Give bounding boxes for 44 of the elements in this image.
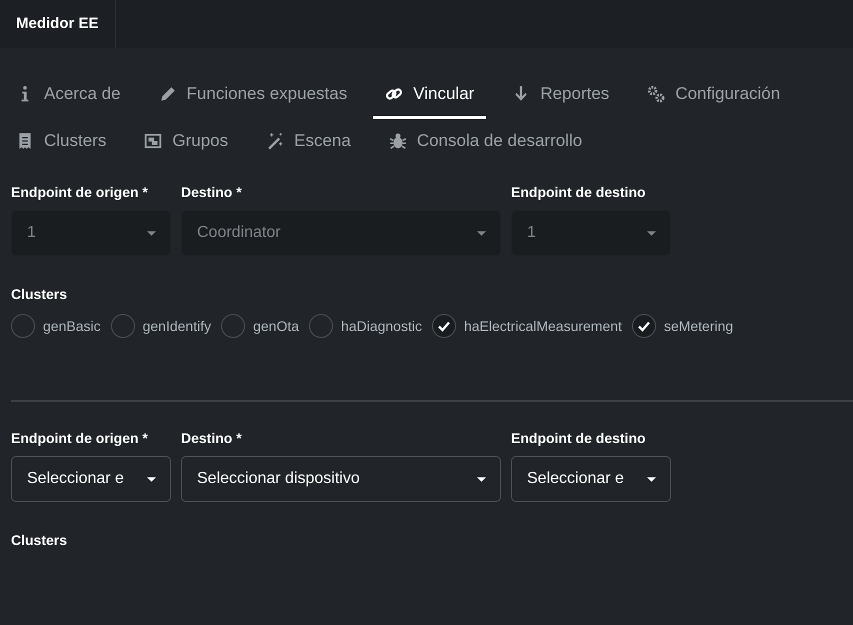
field-label: Endpoint de origen *: [11, 430, 149, 446]
checkbox-label: haDiagnostic: [341, 318, 422, 334]
field-label: Endpoint de origen *: [11, 184, 149, 200]
device-title-tab[interactable]: Medidor EE: [0, 0, 116, 48]
caret-icon: [147, 476, 156, 482]
tab[interactable]: Acerca de: [4, 72, 133, 119]
checkbox[interactable]: [632, 314, 656, 338]
checkbox-label: seMetering: [664, 318, 734, 334]
checkbox[interactable]: [110, 314, 135, 338]
checkbox-label: genBasic: [43, 318, 101, 334]
gears-icon: [647, 85, 666, 103]
select-field[interactable]: Seleccionar e: [511, 456, 671, 502]
caret-icon: [647, 230, 656, 236]
clusters-label: Clusters: [11, 286, 68, 302]
caret-icon: [147, 230, 156, 236]
pencil-icon: [158, 85, 177, 103]
tab[interactable]: Reportes: [500, 72, 622, 119]
field-label: Destino *: [181, 184, 243, 200]
field-label: Endpoint de destino: [511, 430, 647, 446]
tab[interactable]: Configuración: [635, 72, 792, 119]
checkbox-label: haElectricalMeasurement: [464, 318, 622, 334]
caret-icon: [477, 476, 486, 482]
checkbox[interactable]: [309, 314, 334, 338]
field-label: Destino *: [181, 430, 243, 446]
tab[interactable]: Consola de desarrollo: [376, 119, 594, 166]
tab[interactable]: Funciones expuestas: [146, 72, 360, 119]
checkbox-label: genOta: [253, 318, 300, 334]
checkbox[interactable]: [11, 314, 35, 338]
checkbox[interactable]: [221, 314, 246, 338]
checkbox-label: genIdentify: [142, 318, 212, 334]
caret-icon: [647, 476, 656, 482]
magic-wand-icon: [266, 132, 284, 150]
tab[interactable]: Grupos: [132, 119, 240, 166]
object-group-icon: [144, 132, 162, 150]
field-label: Endpoint de destino: [511, 184, 647, 200]
tab[interactable]: Vincular: [373, 72, 486, 119]
tab[interactable]: Clusters: [4, 119, 118, 166]
select-field[interactable]: Seleccionar dispositivo: [181, 456, 501, 502]
caret-icon: [477, 230, 486, 236]
bug-icon: [388, 132, 407, 150]
clusters-label: Clusters: [11, 532, 68, 548]
tab[interactable]: Escena: [254, 119, 363, 166]
select-field[interactable]: Seleccionar e: [11, 456, 171, 502]
checkbox[interactable]: [432, 314, 456, 338]
